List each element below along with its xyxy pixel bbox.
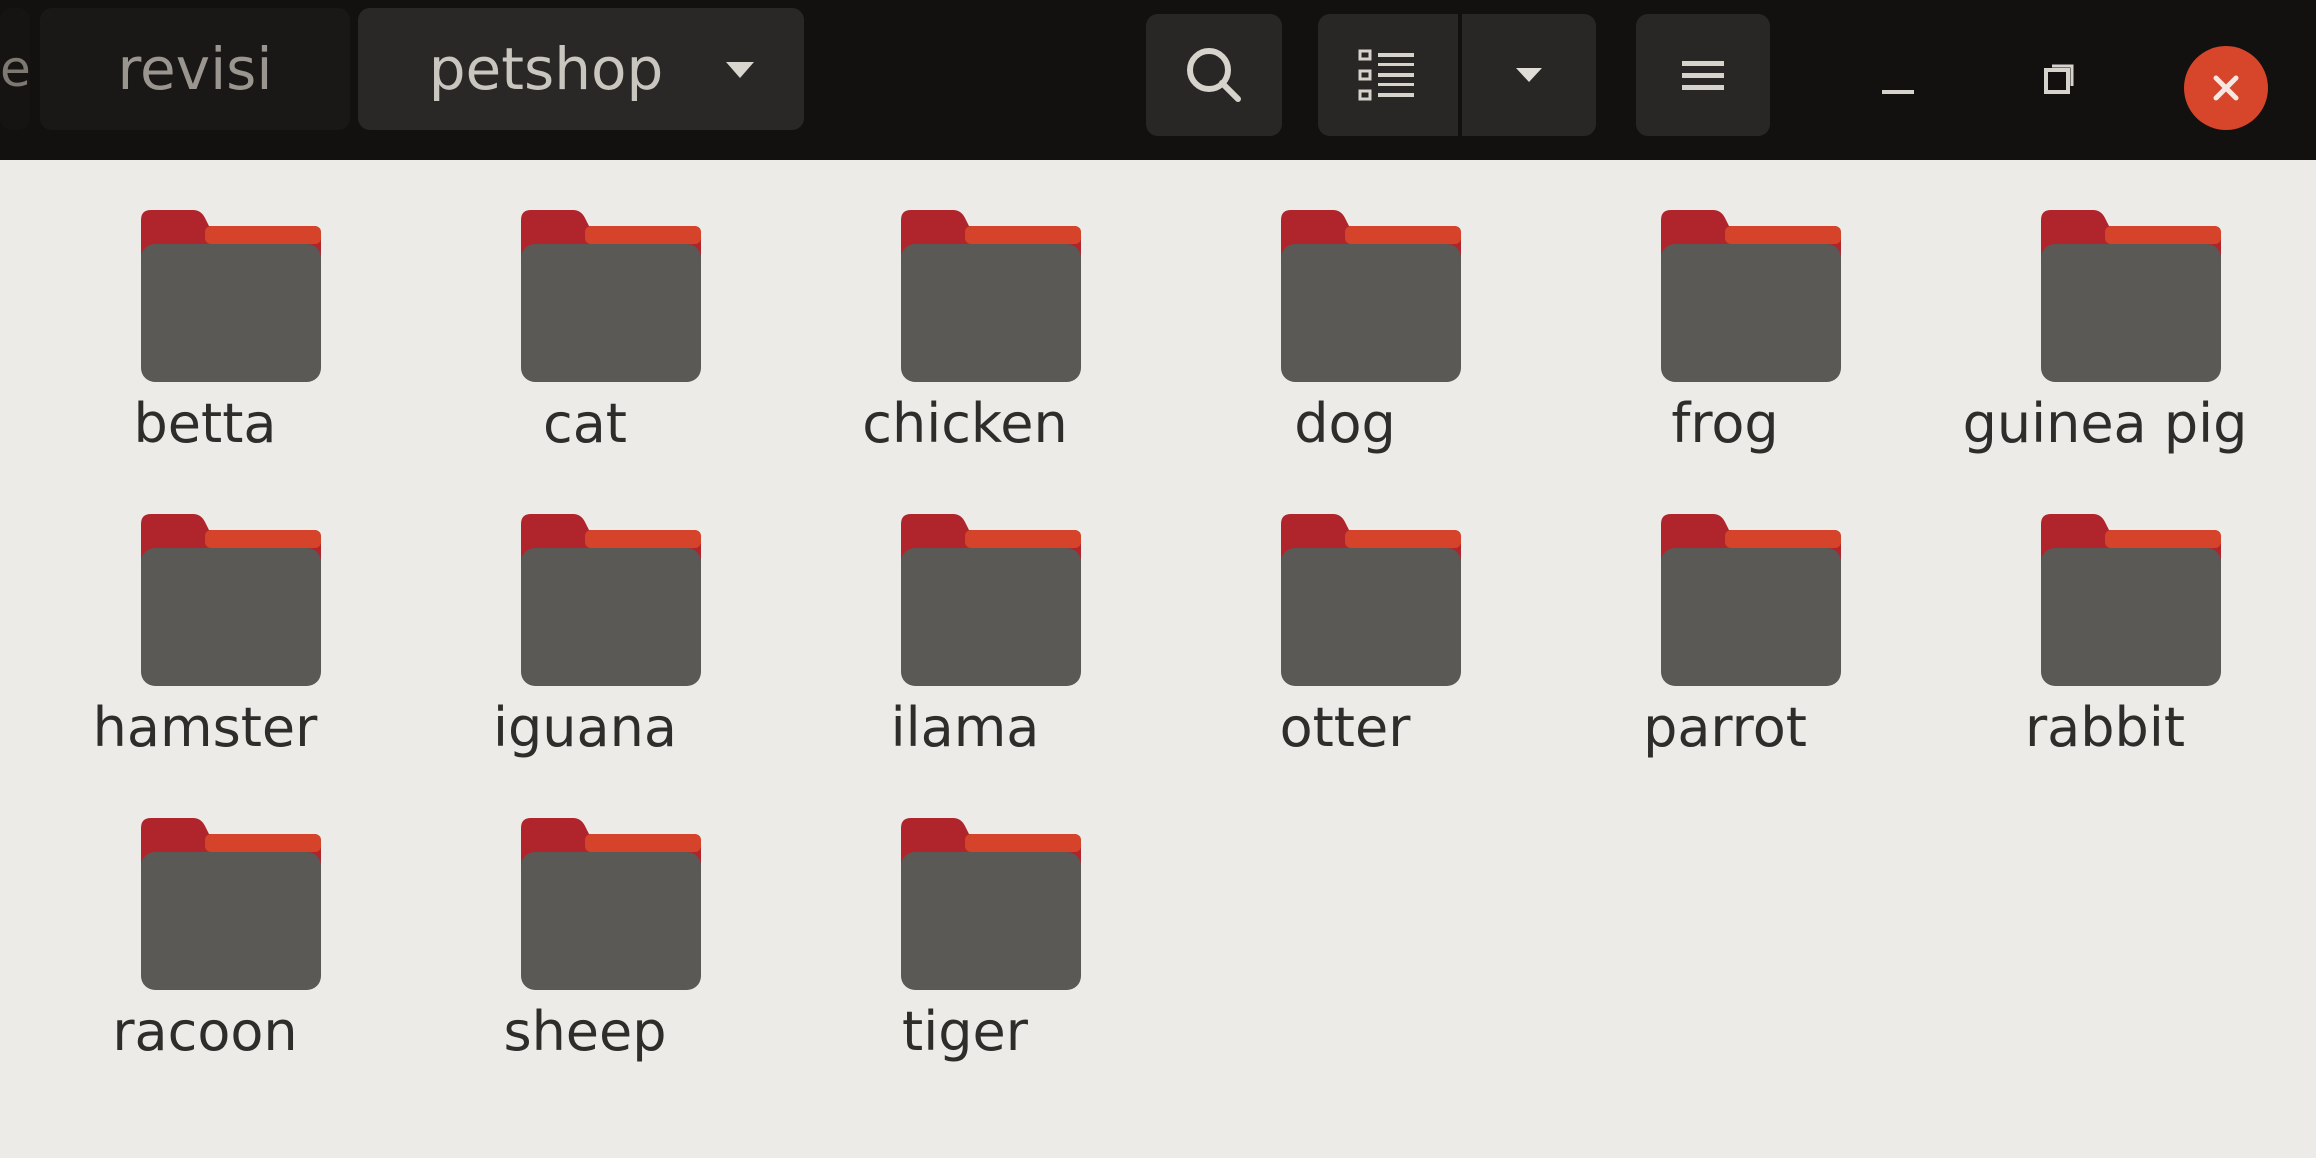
folder-icon (895, 208, 1085, 384)
folder-item[interactable]: betta (40, 178, 370, 468)
breadcrumb-label: revisi (117, 35, 273, 103)
folder-label: frog (1671, 392, 1779, 455)
folder-view: betta cat chicken dog frog guinea pig hamster i… (0, 160, 2316, 1158)
folder-item[interactable]: sheep (420, 786, 750, 1076)
folder-label: sheep (503, 1000, 667, 1063)
folder-item[interactable]: hamster (40, 482, 370, 772)
folder-item[interactable]: otter (1180, 482, 1510, 772)
list-view-icon (1358, 49, 1414, 101)
chevron-down-icon (1516, 68, 1542, 82)
maximize-icon (2044, 64, 2074, 94)
folder-item[interactable]: chicken (800, 178, 1130, 468)
folder-item[interactable]: iguana (420, 482, 750, 772)
breadcrumb-item-petshop[interactable]: petshop (358, 8, 804, 130)
folder-label: guinea pig (1962, 392, 2248, 455)
folder-icon (515, 512, 705, 688)
folder-item[interactable]: tiger (800, 786, 1130, 1076)
folder-label: tiger (902, 1000, 1028, 1063)
folder-label: hamster (92, 696, 318, 759)
maximize-button[interactable] (2018, 40, 2098, 120)
minimize-icon (1882, 90, 1914, 94)
folder-label: chicken (862, 392, 1068, 455)
main-menu-button[interactable] (1636, 14, 1770, 136)
hamburger-menu-icon (1682, 61, 1724, 90)
folder-icon (1275, 512, 1465, 688)
breadcrumb-previous-label: e (0, 40, 31, 98)
folder-icon (515, 816, 705, 992)
folder-label: otter (1279, 696, 1411, 759)
folder-icon (135, 208, 325, 384)
folder-label: cat (543, 392, 627, 455)
folder-icon (895, 816, 1085, 992)
breadcrumb-item-revisi[interactable]: revisi (40, 8, 350, 130)
folder-icon (515, 208, 705, 384)
view-options-dropdown[interactable] (1462, 14, 1596, 136)
folder-grid: betta cat chicken dog frog guinea pig hamster i… (0, 160, 2316, 1158)
folder-item[interactable]: dog (1180, 178, 1510, 468)
folder-item[interactable]: frog (1560, 178, 1890, 468)
folder-label: iguana (493, 696, 677, 759)
file-manager-window: e revisi petshop betta cat chicken dog f… (0, 0, 2316, 1158)
close-icon (2213, 75, 2239, 101)
folder-item[interactable]: ilama (800, 482, 1130, 772)
close-button[interactable] (2184, 46, 2268, 130)
folder-item[interactable]: parrot (1560, 482, 1890, 772)
folder-icon (1655, 512, 1845, 688)
folder-icon (2035, 208, 2225, 384)
folder-icon (135, 816, 325, 992)
view-toggle-button[interactable] (1318, 14, 1458, 136)
folder-icon (1655, 208, 1845, 384)
folder-icon (1275, 208, 1465, 384)
folder-icon (2035, 512, 2225, 688)
chevron-down-icon[interactable] (726, 62, 754, 78)
folder-label: dog (1294, 392, 1396, 455)
folder-icon (895, 512, 1085, 688)
search-button[interactable] (1146, 14, 1282, 136)
folder-label: betta (133, 392, 277, 455)
folder-label: ilama (890, 696, 1040, 759)
folder-label: racoon (112, 1000, 298, 1063)
minimize-button[interactable] (1858, 40, 1938, 120)
folder-icon (135, 512, 325, 688)
header-bar: e revisi petshop (0, 0, 2316, 160)
breadcrumb-previous[interactable]: e (0, 8, 31, 130)
folder-item[interactable]: cat (420, 178, 750, 468)
folder-item[interactable]: racoon (40, 786, 370, 1076)
folder-label: rabbit (2024, 696, 2186, 759)
folder-item[interactable]: guinea pig (1940, 178, 2270, 468)
search-icon (1187, 48, 1241, 102)
breadcrumb-label: petshop (428, 35, 664, 103)
folder-label: parrot (1643, 696, 1807, 759)
folder-item[interactable]: rabbit (1940, 482, 2270, 772)
